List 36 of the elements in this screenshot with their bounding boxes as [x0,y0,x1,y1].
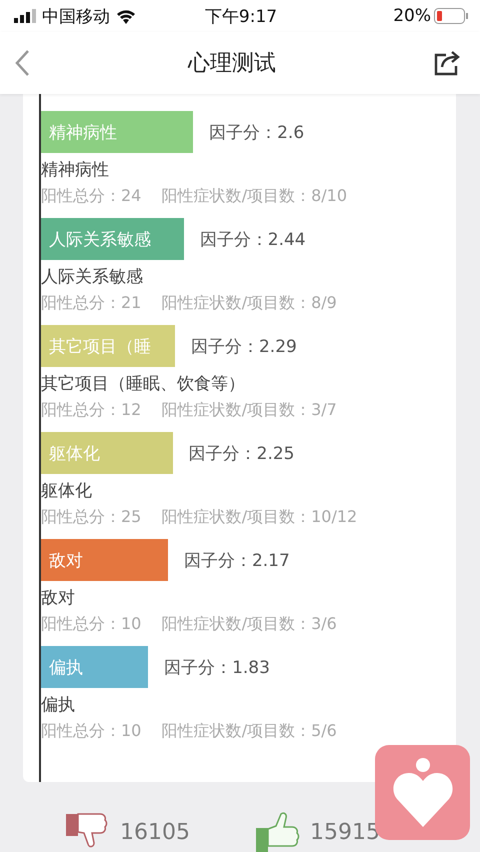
factor-name: 人际关系敏感 [41,266,144,289]
vote-count: 16105 [120,820,190,844]
back-button[interactable] [14,49,30,77]
factor-bar: 敌对 [41,539,168,581]
factor-stats: 阳性总分：12 阳性症状数/项目数：3/7 [41,399,338,421]
factor-bar: 人际关系敏感 [41,218,184,260]
factor-name: 敌对 [41,587,76,610]
factor-name: 精神病性 [41,159,110,182]
factor-bar: 躯体化 [41,432,173,474]
factor-stats: 阳性总分：24 阳性症状数/项目数：8/10 [41,185,348,207]
vote-count: 15915 [310,820,380,844]
battery-percent: 20% [393,6,431,26]
battery-icon [434,8,468,24]
factor-stats: 阳性总分：25 阳性症状数/项目数：10/12 [41,506,358,528]
signal-icon [14,9,36,23]
factor-score: 因子分：2.17 [184,550,290,572]
factor-stats: 阳性总分：21 阳性症状数/项目数：8/9 [41,292,338,314]
carrier-name: 中国移动 [42,6,110,28]
factor-score: 因子分：2.25 [188,442,294,464]
factor-score: 因子分：1.83 [164,656,270,678]
factor-score: 因子分：2.44 [200,228,306,250]
wifi-icon [116,8,136,24]
page-title: 心理测试 [188,50,276,78]
factor-bar: 其它项目（睡 [41,325,175,367]
clock-time: 下午9:17 [204,6,278,28]
factor-name: 其它项目（睡眠、饮食等） [41,373,246,396]
factor-score: 因子分：2.29 [190,336,297,358]
factor-stats: 阳性总分：10 阳性症状数/项目数：3/6 [41,613,338,635]
factor-bar: 精神病性 [41,111,194,153]
factor-bar: 偏执 [41,646,148,688]
factor-name: 躯体化 [41,480,93,503]
factor-name: 偏执 [41,694,76,717]
thumbs-up-icon[interactable] [256,812,300,852]
factor-stats: 阳性总分：10 阳性症状数/项目数：5/6 [41,720,338,742]
share-button[interactable] [434,50,462,76]
factor-score: 因子分：2.6 [209,122,304,144]
